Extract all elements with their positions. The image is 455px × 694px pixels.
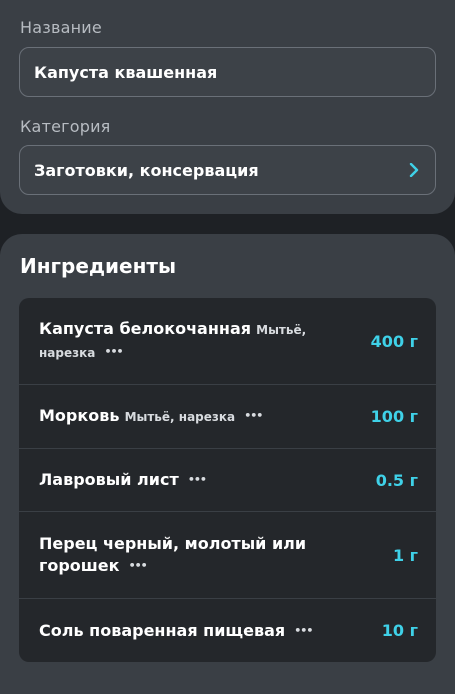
ingredient-text: Соль поваренная пищевая ••• — [39, 620, 382, 642]
ingredient-name: Лавровый лист — [39, 470, 179, 489]
ingredients-title: Ингредиенты — [20, 254, 177, 278]
more-icon[interactable]: ••• — [129, 555, 148, 577]
more-icon[interactable]: ••• — [104, 341, 123, 363]
category-value: Заготовки, консервация — [34, 160, 259, 180]
ingredient-quantity: 10 г — [381, 621, 418, 640]
more-icon[interactable]: ••• — [294, 620, 313, 642]
ingredient-quantity: 0.5 г — [375, 470, 418, 490]
ingredient-name: Капуста белокочанная — [39, 319, 252, 338]
more-icon[interactable]: ••• — [188, 469, 207, 491]
ingredient-row[interactable]: Капуста белокочанная Мытьё, нарезка ••• … — [19, 298, 436, 385]
ingredient-row[interactable]: Лавровый лист ••• 0.5 г — [19, 449, 436, 512]
chevron-right-icon — [407, 163, 421, 177]
ingredient-quantity: 400 г — [370, 331, 418, 351]
category-label: Категория — [20, 117, 111, 136]
ingredient-text: Лавровый лист ••• — [39, 469, 376, 491]
ingredient-text: Капуста белокочанная Мытьё, нарезка ••• — [39, 318, 371, 364]
name-value: Капуста квашенная — [34, 62, 218, 82]
name-label: Название — [20, 18, 102, 37]
ingredient-name: Перец черный, молотый или горошек — [39, 534, 307, 575]
ingredient-text: Морковь Мытьё, нарезка ••• — [39, 405, 371, 428]
ingredient-text: Перец черный, молотый или горошек ••• — [39, 533, 393, 577]
ingredient-row[interactable]: Перец черный, молотый или горошек ••• 1 … — [19, 512, 436, 599]
ingredient-row[interactable]: Морковь Мытьё, нарезка ••• 100 г — [19, 385, 436, 449]
ingredient-name: Морковь — [39, 406, 120, 425]
ingredient-quantity: 100 г — [370, 407, 418, 426]
ingredients-list: Капуста белокочанная Мытьё, нарезка ••• … — [19, 298, 436, 662]
ingredient-note: Мытьё, нарезка — [124, 410, 236, 424]
name-field[interactable]: Капуста квашенная — [19, 47, 436, 97]
recipe-info-card: Название Капуста квашенная Категория Заг… — [0, 0, 455, 214]
ingredient-name: Соль поваренная пищевая — [39, 620, 286, 640]
ingredient-quantity: 1 г — [392, 545, 418, 565]
more-icon[interactable]: ••• — [244, 405, 263, 427]
ingredient-row[interactable]: Соль поваренная пищевая ••• 10 г — [19, 599, 436, 662]
category-selector[interactable]: Заготовки, консервация — [19, 145, 436, 195]
